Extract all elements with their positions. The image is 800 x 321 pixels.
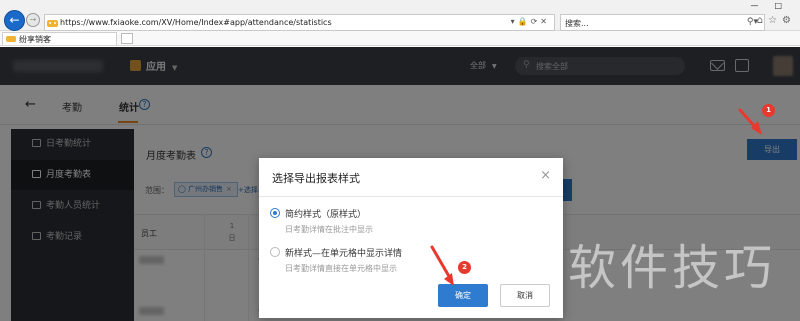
radio-new-style[interactable] [270, 247, 280, 257]
window-controls[interactable]: —□ [750, 1, 798, 10]
step-badge-1: 1 [762, 104, 775, 117]
tab-favicon-icon [6, 36, 16, 42]
address-bar[interactable]: https://www.fxiaoke.com/XV/Home/Index#ap… [44, 14, 555, 31]
url-text: https://www.fxiaoke.com/XV/Home/Index#ap… [60, 18, 332, 27]
divider [259, 196, 563, 197]
browser-tabs: 纷享销客 [0, 31, 800, 46]
option-desc-new: 日考勤详情直接在单元格中显示 [285, 264, 397, 273]
option-label-simple[interactable]: 简约样式（原样式） [285, 207, 366, 220]
step-badge-2: 2 [458, 261, 471, 274]
browser-search-placeholder: 搜索... [565, 19, 589, 28]
forward-arrow-icon[interactable]: → [26, 13, 40, 27]
browser-search-input[interactable]: 搜索... ⚲▾ [560, 14, 765, 31]
export-style-dialog: 选择导出报表样式 × 简约样式（原样式） 日考勤详情在批注中显示 新样式—在单元… [259, 158, 563, 318]
site-favicon-icon [47, 20, 58, 27]
watermark-text: 软件技巧 [568, 240, 777, 296]
close-icon[interactable]: × [540, 169, 551, 182]
browser-tab[interactable]: 纷享销客 [2, 32, 117, 45]
option-label-new[interactable]: 新样式—在单元格中显示详情 [285, 246, 402, 259]
address-actions-icon[interactable]: ▾🔒⟳✕ [511, 17, 550, 26]
new-tab-button[interactable] [121, 33, 133, 44]
radio-simple-style[interactable] [270, 208, 280, 218]
cancel-button[interactable]: 取消 [500, 284, 550, 307]
back-arrow-icon[interactable]: ← [4, 10, 25, 31]
confirm-button[interactable]: 确定 [438, 284, 488, 307]
home-star-gear-icon[interactable]: ⌂☆⚙ [757, 15, 796, 26]
tab-title: 纷享销客 [19, 35, 51, 44]
browser-toolbar: ← → https://www.fxiaoke.com/XV/Home/Inde… [0, 0, 800, 31]
option-desc-simple: 日考勤详情在批注中显示 [285, 225, 373, 234]
dialog-title: 选择导出报表样式 [272, 172, 360, 185]
